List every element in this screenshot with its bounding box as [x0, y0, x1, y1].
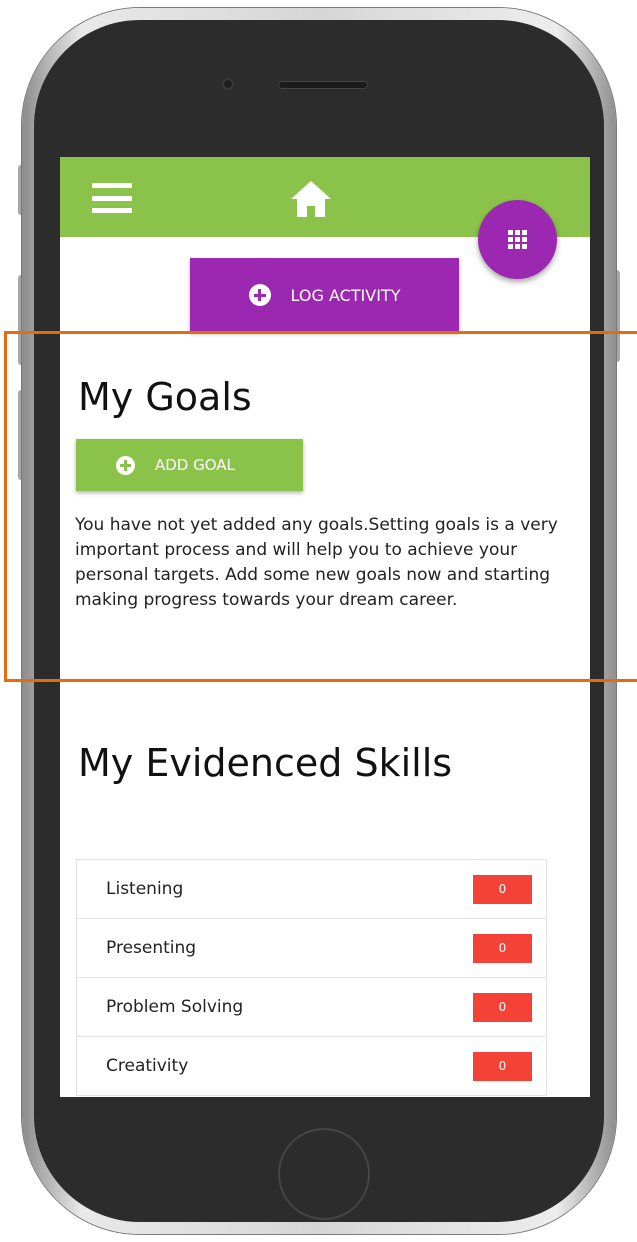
skill-label: Creativity [106, 1056, 189, 1076]
goals-empty-message: You have not yet added any goals.Setting… [75, 515, 558, 610]
hamburger-menu-icon[interactable] [92, 183, 132, 213]
skill-label: Listening [106, 879, 184, 899]
skill-count-badge: 0 [473, 992, 532, 1022]
add-goal-label: ADD GOAL [155, 456, 235, 474]
earpiece-speaker [278, 81, 368, 89]
list-item[interactable]: Creativity 0 [77, 1037, 546, 1096]
home-icon[interactable] [290, 179, 332, 219]
skills-list: Listening 0 Presenting 0 Problem Solving… [76, 859, 547, 1096]
skill-label: Problem Solving [106, 997, 244, 1017]
phone-home-button[interactable] [278, 1128, 370, 1220]
skill-count-badge: 0 [473, 1051, 532, 1081]
list-item[interactable]: Listening 0 [77, 860, 546, 919]
skills-title: My Evidenced Skills [78, 741, 453, 785]
app-screen: LOG ACTIVITY My Goals ADD GOAL You have … [60, 157, 590, 1097]
list-item[interactable]: Presenting 0 [77, 919, 546, 978]
apps-fab-button[interactable] [478, 200, 557, 279]
plus-circle-icon [248, 284, 271, 306]
goals-title: My Goals [78, 375, 252, 419]
list-item[interactable]: Problem Solving 0 [77, 978, 546, 1037]
skill-count-badge: 0 [473, 874, 532, 904]
skill-label: Presenting [106, 938, 197, 958]
front-camera [222, 78, 234, 90]
plus-circle-icon [116, 455, 135, 475]
grid-icon [508, 230, 527, 249]
log-activity-button[interactable]: LOG ACTIVITY [190, 258, 459, 332]
log-activity-label: LOG ACTIVITY [290, 285, 401, 305]
skill-count-badge: 0 [473, 933, 532, 963]
add-goal-button[interactable]: ADD GOAL [76, 439, 303, 491]
